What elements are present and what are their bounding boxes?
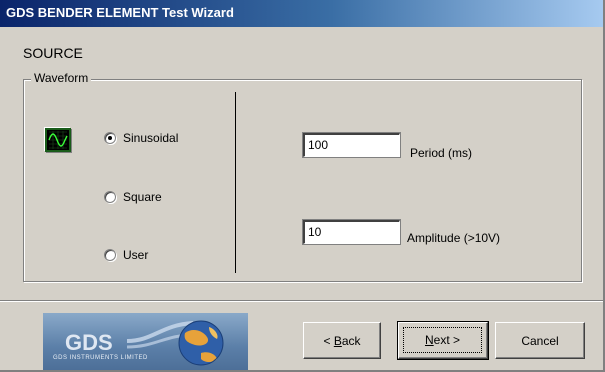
wizard-window: GDS BENDER ELEMENT Test Wizard SOURCE Wa… xyxy=(0,0,605,372)
cancel-button-label: Cancel xyxy=(521,333,559,348)
next-button-focus: Next > xyxy=(403,327,482,353)
radio-square[interactable]: Square xyxy=(104,189,162,205)
logo-text: GDS xyxy=(65,330,113,355)
back-button[interactable]: < Back xyxy=(303,322,381,359)
radio-sinusoidal[interactable]: Sinusoidal xyxy=(104,130,178,146)
section-title: SOURCE xyxy=(23,45,83,61)
cancel-button[interactable]: Cancel xyxy=(495,322,585,359)
radio-sinusoidal-indicator[interactable] xyxy=(104,132,116,144)
window-title: GDS BENDER ELEMENT Test Wizard xyxy=(6,5,234,20)
back-button-label: < Back xyxy=(323,333,361,348)
radio-user-indicator[interactable] xyxy=(104,249,116,261)
logo-subtext: GDS INSTRUMENTS LIMITED xyxy=(53,355,148,361)
amplitude-label: Amplitude (>10V) xyxy=(407,231,501,245)
next-button[interactable]: Next > xyxy=(397,321,489,360)
period-label: Period (ms) xyxy=(410,146,473,160)
amplitude-input[interactable]: 10 xyxy=(302,219,401,245)
title-bar[interactable]: GDS BENDER ELEMENT Test Wizard xyxy=(0,0,603,27)
radio-sinusoidal-label[interactable]: Sinusoidal xyxy=(123,131,178,145)
period-input[interactable]: 100 xyxy=(302,132,401,158)
next-button-label: Next > xyxy=(424,333,461,347)
group-divider xyxy=(235,92,236,273)
radio-user[interactable]: User xyxy=(104,247,148,263)
sine-wave-icon xyxy=(45,128,71,152)
footer-divider xyxy=(0,300,603,302)
radio-user-label[interactable]: User xyxy=(123,248,148,262)
gds-logo: GDS GDS INSTRUMENTS LIMITED xyxy=(43,313,248,370)
waveform-group-label: Waveform xyxy=(31,71,92,85)
radio-square-indicator[interactable] xyxy=(104,191,116,203)
radio-square-label[interactable]: Square xyxy=(123,190,162,204)
